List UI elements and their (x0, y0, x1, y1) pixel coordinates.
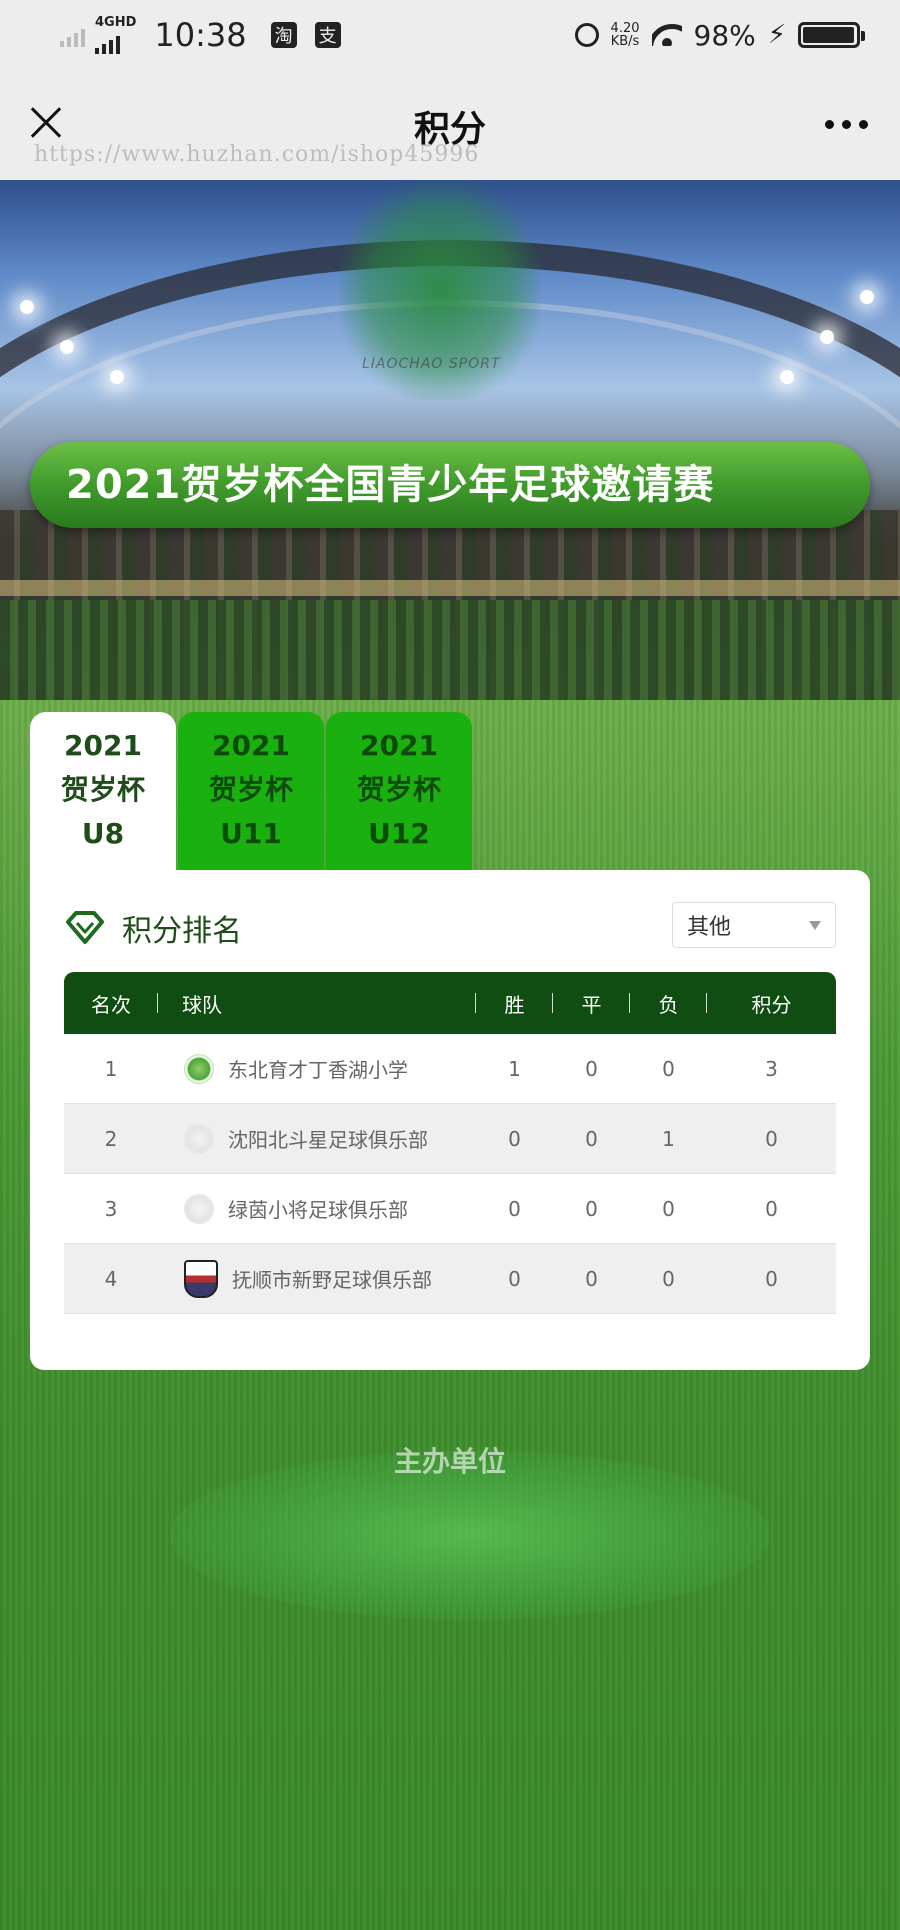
team-logo (184, 1193, 214, 1224)
team-name: 东北育才丁香湖小学 (228, 1058, 408, 1082)
watermark-url: https://www.huzhan.com/ishop45996 (34, 142, 480, 167)
team-cell: 绿茵小将足球俱乐部 (158, 1193, 476, 1224)
team-cell: 沈阳北斗星足球俱乐部 (158, 1123, 476, 1154)
wifi-icon (651, 24, 682, 46)
more-options-icon[interactable] (825, 120, 868, 129)
tab-u12[interactable]: 2021 贺岁杯 U12 (326, 712, 472, 870)
floodlight (60, 340, 74, 354)
rank-cell: 4 (104, 1266, 118, 1291)
team-name: 沈阳北斗星足球俱乐部 (228, 1128, 428, 1152)
alipay-notification-icon: 支 (314, 22, 341, 48)
losses-cell: 0 (662, 1266, 675, 1291)
wins-cell: 1 (508, 1056, 521, 1081)
stadium-ring (0, 580, 900, 596)
points-cell: 0 (765, 1126, 778, 1151)
wins-cell: 0 (508, 1266, 521, 1291)
tab-cup: 贺岁杯 (208, 773, 293, 806)
table-row[interactable]: 2 沈阳北斗星足球俱乐部 0 0 1 0 (64, 1104, 836, 1174)
losses-cell: 0 (662, 1196, 675, 1221)
team-logo (184, 1053, 214, 1084)
wins-cell: 0 (508, 1196, 521, 1221)
col-header-draws: 平 (553, 989, 630, 1018)
col-header-team: 球队 (158, 989, 476, 1018)
group-filter-value: 其他 (687, 915, 732, 940)
draws-cell: 0 (585, 1266, 598, 1291)
draws-cell: 0 (585, 1196, 598, 1221)
col-header-points: 积分 (751, 992, 792, 1017)
draws-cell: 0 (585, 1056, 598, 1081)
logo-text: LIAOCHAO SPORT (362, 356, 501, 372)
rank-cell: 2 (104, 1126, 118, 1151)
ranking-card: 积分排名 其他 名次 球队 胜 平 负 积分 1 东北育才丁香湖小学 1 0 0… (30, 870, 870, 1370)
tab-group: U11 (220, 817, 282, 850)
ranking-table-body: 1 东北育才丁香湖小学 1 0 0 3 2 沈阳北斗星足球俱乐部 0 0 1 0… (64, 1034, 836, 1314)
battery-icon (798, 22, 865, 48)
team-name: 抚顺市新野足球俱乐部 (232, 1268, 432, 1292)
tab-year: 2021 (360, 729, 438, 762)
floodlight (20, 300, 34, 314)
battery-percent: 98% (693, 18, 756, 52)
tab-year: 2021 (64, 729, 142, 762)
rank-cell: 1 (104, 1056, 118, 1081)
clock: 10:38 (154, 16, 247, 54)
table-header: 名次 球队 胜 平 负 积分 (64, 972, 836, 1034)
team-logo (184, 1259, 218, 1298)
nav-bar: 积分 https://www.huzhan.com/ishop45996 (0, 70, 900, 180)
team-cell: 抚顺市新野足球俱乐部 (158, 1259, 476, 1298)
tab-year: 2021 (212, 729, 290, 762)
tab-group: U8 (81, 817, 125, 850)
col-header-rank: 名次 (64, 989, 158, 1018)
stadium-lower-stands (0, 600, 900, 700)
col-header-losses: 负 (630, 989, 707, 1018)
table-row[interactable]: 1 东北育才丁香湖小学 1 0 0 3 (64, 1034, 836, 1104)
wins-cell: 0 (508, 1126, 521, 1151)
sponsor-title: 主办单位 (393, 1445, 506, 1478)
losses-cell: 0 (662, 1056, 675, 1081)
status-bar: 4GHD 10:38 淘 支 4.20 KB/s 98% ⚡ (0, 0, 900, 70)
losses-cell: 1 (662, 1126, 675, 1151)
floodlight (820, 330, 834, 344)
ranking-title: 积分排名 (122, 914, 242, 949)
floodlight (780, 370, 794, 384)
floodlight (110, 370, 124, 384)
col-header-wins: 胜 (476, 989, 553, 1018)
diamond-icon (66, 911, 104, 944)
tab-group: U12 (368, 817, 430, 850)
signal-icon-faint (60, 23, 85, 47)
tab-cup: 贺岁杯 (60, 773, 145, 806)
points-cell: 3 (765, 1056, 778, 1081)
network-indicator: 4GHD (95, 16, 138, 54)
group-filter-select[interactable]: 其他 (672, 902, 836, 948)
network-speed: 4.20 KB/s (610, 21, 640, 49)
team-logo (184, 1123, 214, 1154)
team-name: 绿茵小将足球俱乐部 (228, 1198, 408, 1222)
ranking-header: 积分排名 (64, 906, 242, 950)
tab-u8[interactable]: 2021 贺岁杯 U8 (30, 712, 176, 870)
alarm-icon (574, 23, 599, 47)
charging-icon: ⚡ (767, 20, 786, 50)
event-title-banner: 2021贺岁杯全国青少年足球邀请赛 (30, 442, 870, 528)
draws-cell: 0 (585, 1126, 598, 1151)
floodlight (860, 290, 874, 304)
points-cell: 0 (765, 1196, 778, 1221)
tab-u11[interactable]: 2021 贺岁杯 U11 (178, 712, 324, 870)
hero-stadium-image: LIAOCHAO SPORT 2021贺岁杯全国青少年足球邀请赛 (0, 180, 900, 700)
tab-cup: 贺岁杯 (356, 773, 441, 806)
signal-icon (95, 30, 120, 54)
table-row[interactable]: 4 抚顺市新野足球俱乐部 0 0 0 0 (64, 1244, 836, 1314)
rank-cell: 3 (104, 1196, 118, 1221)
team-cell: 东北育才丁香湖小学 (158, 1053, 476, 1084)
points-cell: 0 (765, 1266, 778, 1291)
taobao-notification-icon: 淘 (270, 22, 297, 48)
caret-down-icon (809, 920, 821, 930)
table-row[interactable]: 3 绿茵小将足球俱乐部 0 0 0 0 (64, 1174, 836, 1244)
